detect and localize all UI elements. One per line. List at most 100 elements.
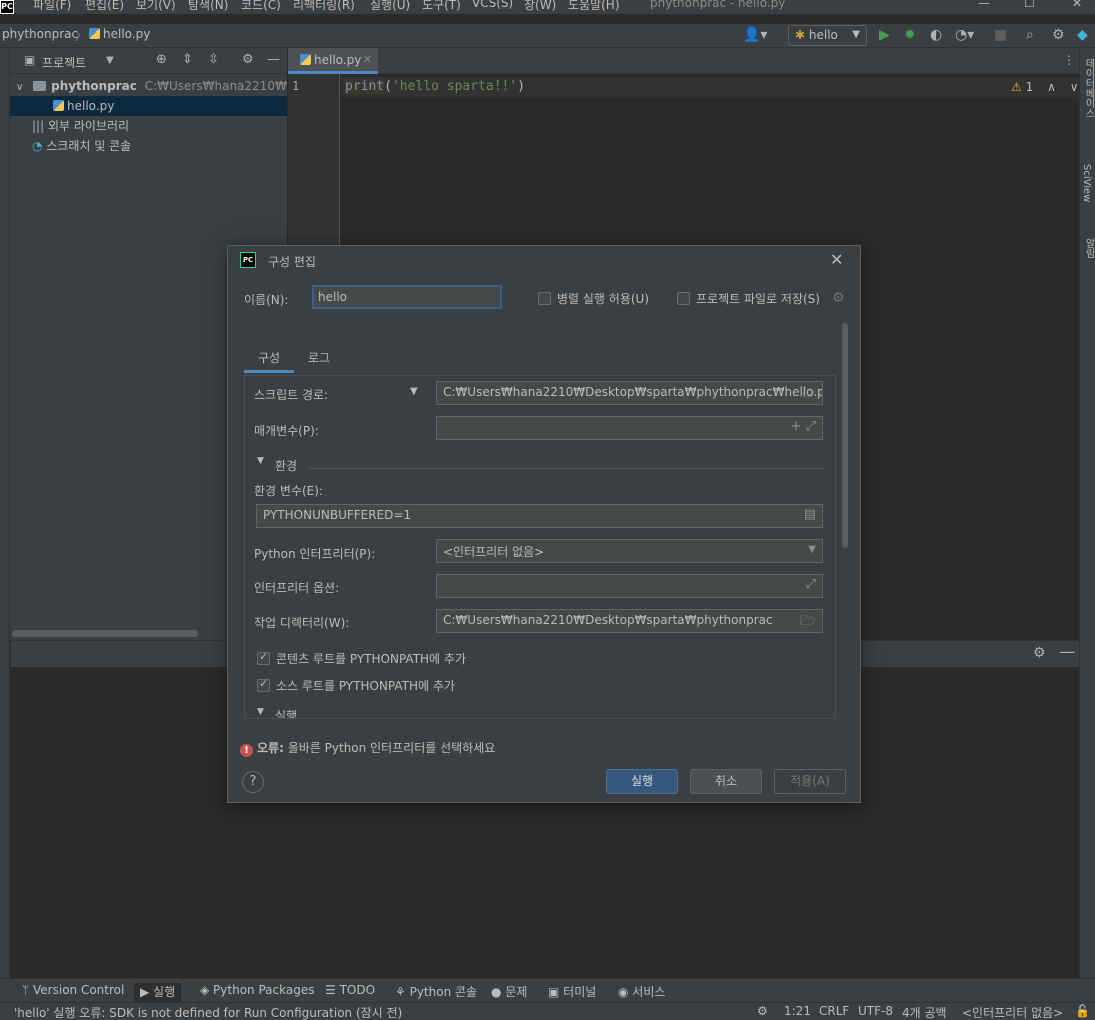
- dialog-vertical-scrollbar[interactable]: [842, 323, 848, 548]
- add-source-roots-checkbox[interactable]: 소스 루트를 PYTHONPATH에 추가: [257, 677, 455, 694]
- expand-all-icon[interactable]: ⇕: [182, 52, 193, 67]
- run-icon[interactable]: ▶: [879, 26, 890, 44]
- background-tasks-icon[interactable]: ⚙: [757, 1004, 768, 1018]
- tree-item-project-root[interactable]: ∨ phythonprac C:₩Users₩hana2210₩Deskto: [10, 76, 329, 96]
- sciview-tool-button[interactable]: SciView: [1081, 164, 1092, 202]
- status-message[interactable]: 'hello' 실행 오류: SDK is not defined for Ru…: [14, 1004, 402, 1020]
- chevron-down-icon[interactable]: ∨: [1070, 80, 1079, 94]
- line-separator[interactable]: CRLF: [819, 1004, 849, 1018]
- tool-problems[interactable]: ● 문제: [491, 983, 527, 1003]
- script-path-field[interactable]: C:₩Users₩hana2210₩Desktop₩sparta₩phython…: [436, 381, 823, 405]
- menu-refactor[interactable]: 리팩터링(R): [293, 0, 355, 13]
- warning-icon: ⚠: [1011, 80, 1022, 94]
- chevron-down-icon[interactable]: ▼: [410, 386, 418, 397]
- hide-icon[interactable]: —: [1059, 642, 1075, 661]
- settings-icon[interactable]: ⚙: [1052, 26, 1065, 44]
- hide-icon[interactable]: —: [267, 52, 280, 67]
- interpreter-select[interactable]: <인터프리터 없음> ▼: [436, 539, 823, 563]
- menu-tools[interactable]: 도구(T): [422, 0, 461, 13]
- tool-version-control[interactable]: ᛘ Version Control: [22, 983, 124, 1003]
- gear-icon[interactable]: ⚙: [832, 290, 845, 306]
- close-icon[interactable]: ✕: [830, 250, 843, 269]
- notifications-tool-button[interactable]: 알림: [1081, 238, 1095, 258]
- allow-parallel-checkbox[interactable]: 병렬 실행 허용(U): [538, 290, 649, 307]
- tool-terminal[interactable]: ▣ 터미널: [548, 983, 596, 1003]
- menu-view[interactable]: 보기(V): [136, 0, 176, 13]
- menu-file[interactable]: 파일(F): [33, 0, 71, 13]
- caret-position[interactable]: 1:21: [784, 1004, 811, 1018]
- tree-item-scratches[interactable]: ◔ 스크래치 및 콘솔: [10, 136, 287, 156]
- tool-python-packages[interactable]: ◈ Python Packages: [200, 983, 314, 1003]
- gear-icon[interactable]: ⚙: [1033, 645, 1046, 661]
- more-icon[interactable]: ⋮: [1063, 53, 1075, 67]
- tab-logs[interactable]: 로그: [298, 341, 340, 373]
- debug-icon[interactable]: ✹: [904, 26, 916, 44]
- locate-icon[interactable]: ⊕: [156, 52, 167, 67]
- project-panel-title[interactable]: 프로젝트: [42, 54, 86, 71]
- name-input[interactable]: [312, 285, 502, 309]
- lock-icon[interactable]: 🔓: [1075, 1004, 1090, 1018]
- inspection-widget[interactable]: ⚠ 1 ∧ ∨: [1011, 80, 1078, 94]
- run-config-selector[interactable]: ✱ hello ▼: [788, 25, 867, 46]
- add-content-roots-checkbox[interactable]: 콘텐츠 루트를 PYTHONPATH에 추가: [257, 650, 466, 667]
- tool-todo[interactable]: ☰ TODO: [325, 983, 375, 1003]
- browse-folder-icon[interactable]: 🗁: [800, 612, 816, 632]
- menu-help[interactable]: 도움말(H): [568, 0, 620, 13]
- python-file-icon: [89, 28, 100, 39]
- cancel-button[interactable]: 취소: [690, 769, 762, 794]
- error-prefix: 오류:: [257, 741, 284, 755]
- env-section-title[interactable]: 환경: [275, 457, 297, 474]
- menu-window[interactable]: 창(W): [524, 0, 556, 13]
- close-window-icon[interactable]: ✕: [1072, 0, 1082, 10]
- params-field[interactable]: + ⤢: [436, 416, 823, 440]
- minimize-icon[interactable]: —: [978, 0, 990, 10]
- profile-icon[interactable]: ◔▾: [955, 26, 974, 44]
- maximize-icon[interactable]: ☐: [1024, 0, 1035, 10]
- chevron-down-icon[interactable]: ▼: [257, 707, 264, 717]
- store-project-file-checkbox[interactable]: 프로젝트 파일로 저장(S): [677, 290, 820, 307]
- indent-setting[interactable]: 4개 공백: [902, 1004, 947, 1020]
- menu-code[interactable]: 코드(C): [241, 0, 281, 13]
- coverage-icon[interactable]: ◐: [930, 26, 942, 44]
- env-vars-field[interactable]: PYTHONUNBUFFERED=1 ▤: [256, 504, 823, 528]
- tool-run[interactable]: ▶ 실행: [134, 983, 182, 1003]
- stop-icon[interactable]: ■: [994, 26, 1007, 44]
- breadcrumb-project[interactable]: phythonprac: [2, 27, 78, 41]
- browse-folder-icon[interactable]: 🗁: [800, 384, 816, 404]
- interp-options-field[interactable]: ⤢: [436, 574, 823, 598]
- chevron-down-icon[interactable]: ▼: [257, 456, 264, 466]
- chevron-down-icon[interactable]: ▼: [106, 55, 114, 66]
- run-button[interactable]: 실행: [606, 769, 678, 794]
- database-tool-button[interactable]: 데이터베이스: [1081, 58, 1095, 118]
- tool-python-console[interactable]: ⚘ Python 콘솔: [395, 983, 477, 1003]
- close-tab-icon[interactable]: ✕: [363, 53, 372, 66]
- tree-item-external-libraries[interactable]: ||| 외부 라이브러리: [10, 116, 287, 136]
- collapse-all-icon[interactable]: ⇳: [208, 52, 219, 67]
- tree-item-hello-py[interactable]: hello.py: [10, 96, 287, 116]
- warning-count: 1: [1025, 80, 1034, 94]
- vcs-user-icon[interactable]: 👤▾: [743, 26, 767, 44]
- tab-configuration[interactable]: 구성: [244, 341, 294, 373]
- help-button[interactable]: ?: [242, 771, 264, 793]
- tool-services[interactable]: ◉ 서비스: [618, 983, 665, 1003]
- menu-navigate[interactable]: 탐색(N): [188, 0, 228, 13]
- menu-vcs[interactable]: VCS(S): [472, 0, 513, 10]
- file-encoding[interactable]: UTF-8: [858, 1004, 893, 1018]
- chevron-up-icon[interactable]: ∧: [1047, 80, 1056, 94]
- edit-env-icon[interactable]: ▤: [804, 507, 816, 522]
- python-console-icon: ⚘: [395, 985, 410, 999]
- search-icon[interactable]: ⌕: [1026, 26, 1034, 44]
- gear-icon[interactable]: ⚙: [242, 52, 254, 67]
- exec-section-title[interactable]: 실행: [275, 707, 297, 718]
- plugin-icon[interactable]: ◆: [1077, 26, 1088, 44]
- workdir-field[interactable]: C:₩Users₩hana2210₩Desktop₩sparta₩phython…: [436, 609, 823, 633]
- add-expand-icon[interactable]: + ⤢: [791, 419, 816, 434]
- breadcrumb-file[interactable]: hello.py: [89, 27, 150, 41]
- project-horizontal-scrollbar[interactable]: [12, 630, 198, 637]
- interpreter-status[interactable]: <인터프리터 없음>: [962, 1004, 1063, 1020]
- apply-button[interactable]: 적용(A): [774, 769, 846, 794]
- expand-icon[interactable]: ⤢: [806, 577, 816, 592]
- menu-edit[interactable]: 편집(E): [85, 0, 124, 13]
- editor-tab-hello-py[interactable]: hello.py ✕: [288, 48, 378, 74]
- menu-run[interactable]: 실행(U): [370, 0, 410, 13]
